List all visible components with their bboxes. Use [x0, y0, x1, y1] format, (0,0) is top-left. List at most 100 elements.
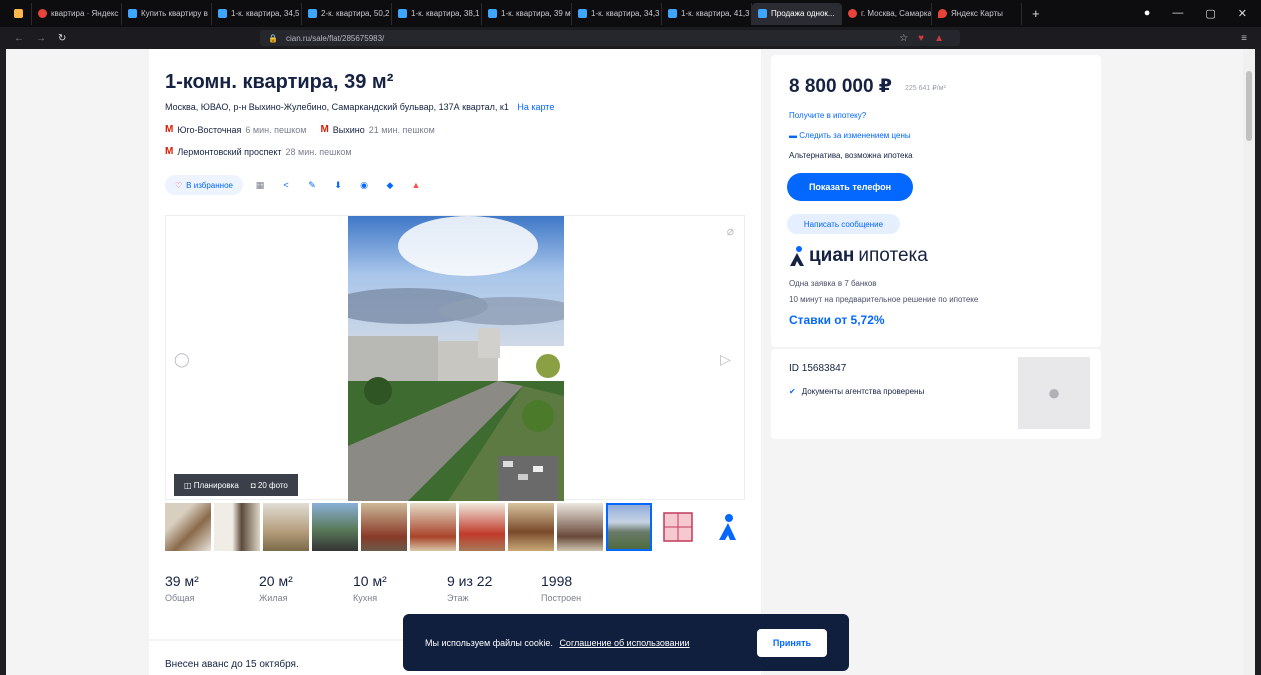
bookmark-icon[interactable]: ☆ — [899, 33, 908, 44]
thumbnail[interactable] — [361, 503, 407, 551]
tab-yandex[interactable]: квартира · Яндекс Бизнес — [32, 2, 122, 25]
tab-active[interactable]: Продажа однок...✕ — [752, 2, 842, 25]
close-window-button[interactable]: ✕ — [1238, 7, 1247, 20]
forward-button[interactable]: → — [36, 33, 46, 44]
url-bar[interactable]: 🔒 cian.ru/sale/flat/285675983/ ☆ ♥ ▲ — [260, 30, 960, 46]
cookie-policy-link[interactable]: Соглашение об использовании — [559, 638, 689, 648]
camera-icon: ◘ — [250, 480, 258, 490]
param-kitchen: 10 м² Кухня — [353, 573, 447, 603]
hide-icon[interactable]: ◉ — [355, 176, 373, 194]
param-built: 1998 Построен — [541, 573, 635, 603]
main-photo[interactable] — [348, 216, 564, 501]
share-icon[interactable]: < — [277, 176, 295, 194]
follow-price-link[interactable]: ▬ Следить за изменением цены — [789, 131, 911, 140]
thumbnail[interactable] — [165, 503, 211, 551]
menu-icon[interactable]: ≡ — [1241, 33, 1261, 44]
param-value: 39 м² — [165, 573, 199, 589]
metro-item[interactable]: М Юго-Восточная 6 мин. пешком — [165, 124, 306, 135]
agent-verified-label: Документы агентства проверены — [801, 387, 925, 396]
yandex-icon — [848, 9, 857, 18]
photos-toggle[interactable]: ◘ 20 фото — [251, 481, 288, 490]
param-label: Построен — [541, 593, 582, 603]
thumbnail[interactable] — [459, 503, 505, 551]
paperclip-icon[interactable]: ⌀ — [727, 224, 734, 238]
mortgage-link[interactable]: Получите в ипотеку? — [789, 111, 866, 120]
reload-button[interactable]: ↻ — [58, 33, 66, 44]
thumbnail[interactable] — [214, 503, 260, 551]
extension-icon[interactable]: ♥ — [918, 33, 924, 44]
new-tab-button[interactable]: + — [1022, 6, 1050, 21]
page-scrollbar[interactable] — [1243, 49, 1255, 675]
bell-icon: ▬ — [789, 131, 800, 140]
compare-icon[interactable]: ▦ — [251, 176, 269, 194]
edit-icon[interactable]: ✎ — [303, 176, 321, 194]
photos-label: 20 фото — [257, 480, 288, 490]
address-text[interactable]: Москва, ЮВАО, р-н Выхино-Жулебино, Самар… — [165, 102, 509, 112]
show-phone-button[interactable]: Показать телефон — [787, 173, 913, 201]
cian-icon — [308, 9, 317, 18]
profile-icon[interactable]: ● — [1144, 7, 1151, 20]
tab-label: Яндекс Карты — [951, 9, 1003, 18]
thumbnail[interactable] — [312, 503, 358, 551]
cian-icon — [578, 9, 587, 18]
rates-link[interactable]: Ставки от 5,72% — [789, 313, 885, 327]
minimize-button[interactable]: — — [1172, 7, 1183, 20]
agent-avatar[interactable]: ● — [1018, 357, 1090, 429]
download-icon[interactable]: ⬇ — [329, 176, 347, 194]
tab-yandex-maps[interactable]: Яндекс Карты — [932, 2, 1022, 25]
floor-plan-thumbnail[interactable] — [655, 503, 701, 551]
alt-mortgage-text: Альтернатива, возможна ипотека — [789, 151, 913, 160]
tab-cian-4[interactable]: 1-к. квартира, 38,1 ... — [392, 2, 482, 25]
photo-gallery: ◯ ▷ ⌀ ◫ Планировка ◘ 20 фото — [165, 215, 745, 501]
plan-toggle[interactable]: ◫ Планировка — [184, 481, 239, 490]
thumbnail[interactable] — [410, 503, 456, 551]
cian-mortgage-logo[interactable]: циан ипотека — [789, 245, 928, 267]
tab-label: г. Москва, Самаркан... — [861, 9, 932, 18]
maximize-button[interactable]: ▢ — [1205, 7, 1215, 20]
write-message-button[interactable]: Написать сообщение — [787, 214, 900, 234]
thumbnail-active[interactable] — [606, 503, 652, 551]
plan-label: Планировка — [193, 480, 239, 490]
report-icon[interactable]: ▲ — [407, 176, 425, 194]
back-button[interactable]: ← — [14, 33, 24, 44]
tab-cian-5[interactable]: 1-к. квартира, 39 м² ... — [482, 2, 572, 25]
extension-icons: ☆ ♥ ▲ — [899, 33, 960, 44]
cian-icon — [218, 9, 227, 18]
param-floor: 9 из 22 Этаж — [447, 573, 541, 603]
accept-cookies-button[interactable]: Принять — [757, 628, 827, 657]
tab-cian-6[interactable]: 1-к. квартира, 34,3 ... — [572, 2, 662, 25]
cookie-banner: Мы используем файлы cookie. Соглашение о… — [403, 614, 849, 671]
tab-cian-2[interactable]: 1-к. квартира, 34,5 ... — [212, 2, 302, 25]
browser-toolbar: ← → ↻ 🔒 cian.ru/sale/flat/285675983/ ☆ ♥… — [0, 27, 1261, 49]
tab-yandex-search[interactable]: г. Москва, Самаркан... — [842, 2, 932, 25]
window-controls: ● — ▢ ✕ — [1144, 7, 1261, 20]
agent-card: ID 15683847 ✔ Документы агентства провер… — [771, 349, 1101, 439]
gallery-badge[interactable]: ◫ Планировка ◘ 20 фото — [174, 474, 298, 496]
param-value: 1998 — [541, 573, 573, 589]
metro-item[interactable]: М Лермонтовский проспект 28 мин. пешком — [165, 146, 352, 157]
chevron-right-icon[interactable]: ▷ — [720, 351, 734, 367]
params-row: 39 м² Общая 20 м² Жилая 10 м² Кухня 9 из… — [165, 573, 635, 603]
tab-cian-3[interactable]: 2-к. квартира, 50,2 ... — [302, 2, 392, 25]
favorite-button[interactable]: ♡ В избранное — [165, 175, 243, 195]
tab-label: 1-к. квартира, 34,3 ... — [591, 9, 662, 18]
tab-pinned[interactable] — [6, 2, 32, 25]
chevron-left-icon[interactable]: ◯ — [174, 351, 190, 367]
url-text: cian.ru/sale/flat/285675983/ — [285, 33, 385, 43]
scroll-thumb[interactable] — [1246, 71, 1252, 141]
map-link[interactable]: На карте — [517, 102, 554, 112]
tab-cian-7[interactable]: 1-к. квартира, 41,3 ... — [662, 2, 752, 25]
param-label: Жилая — [259, 593, 288, 603]
thumbnail[interactable] — [557, 503, 603, 551]
thumbnail[interactable] — [263, 503, 309, 551]
cian-sub: ипотека — [858, 245, 928, 266]
cian-pin-thumbnail[interactable] — [704, 503, 750, 551]
chat-icon[interactable]: ◆ — [381, 176, 399, 194]
metro-item[interactable]: М Выхино 21 мин. пешком — [320, 124, 434, 135]
lock-icon: 🔒 — [268, 33, 278, 43]
thumbnail[interactable] — [508, 503, 554, 551]
param-total-area: 39 м² Общая — [165, 573, 259, 603]
download-icon[interactable]: ▲ — [934, 33, 944, 44]
cian-brand: циан — [809, 245, 855, 266]
tab-cian-1[interactable]: Купить квартиру в — [122, 2, 212, 25]
